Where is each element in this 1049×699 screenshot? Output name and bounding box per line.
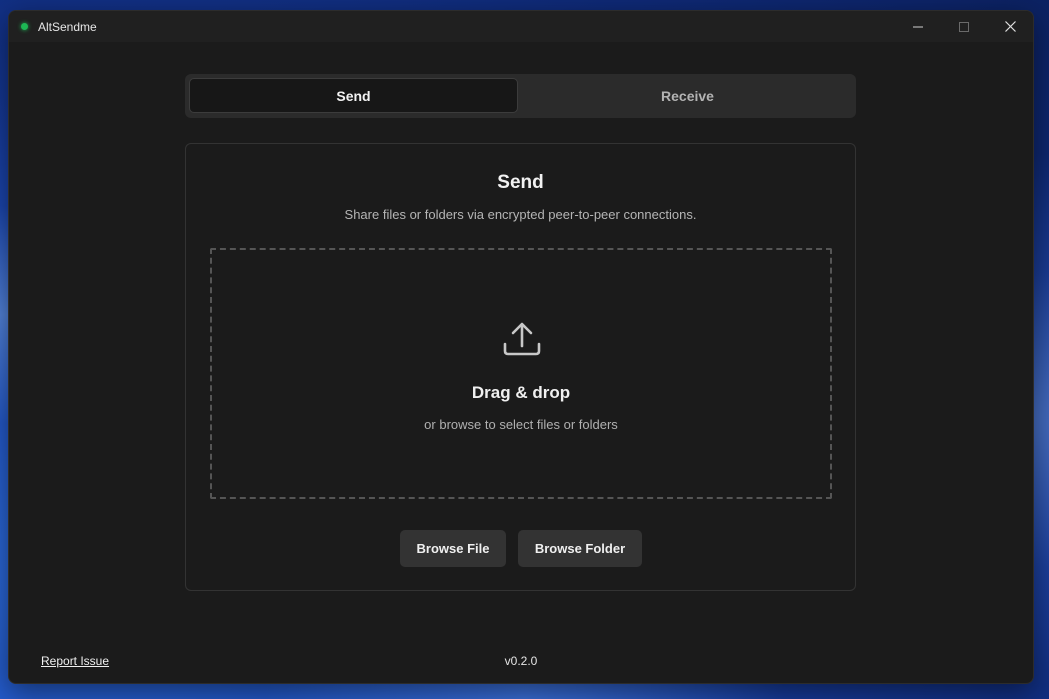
upload-icon [503, 322, 541, 356]
drop-title: Drag & drop [471, 383, 571, 402]
browse-folder-button[interactable]: Browse Folder [518, 530, 642, 567]
window-controls [895, 11, 1033, 42]
minimize-button[interactable] [895, 11, 941, 42]
card-subtitle: Share files or folders via encrypted pee… [344, 207, 697, 222]
tab-send[interactable]: Send [189, 78, 518, 113]
window-title: AltSendme [38, 19, 97, 34]
version-label: v0.2.0 [504, 654, 538, 668]
card-title: Send [497, 172, 544, 193]
close-icon [1004, 21, 1016, 32]
send-card: Send Share files or folders via encrypte… [185, 143, 856, 591]
app-window: AltSendme Send Receive Send Share files … [8, 10, 1034, 684]
close-button[interactable] [987, 11, 1033, 42]
title-bar[interactable]: AltSendme [9, 11, 1033, 42]
minimize-icon [913, 26, 923, 27]
browse-file-button[interactable]: Browse File [400, 530, 506, 567]
tab-receive[interactable]: Receive [523, 78, 852, 113]
drop-zone[interactable]: Drag & drop or browse to select files or… [210, 248, 832, 499]
status-dot-icon [21, 23, 28, 30]
maximize-button[interactable] [941, 11, 987, 42]
mode-tabs: Send Receive [185, 74, 856, 118]
maximize-icon [959, 21, 969, 32]
drop-hint: or browse to select files or folders [424, 417, 618, 432]
